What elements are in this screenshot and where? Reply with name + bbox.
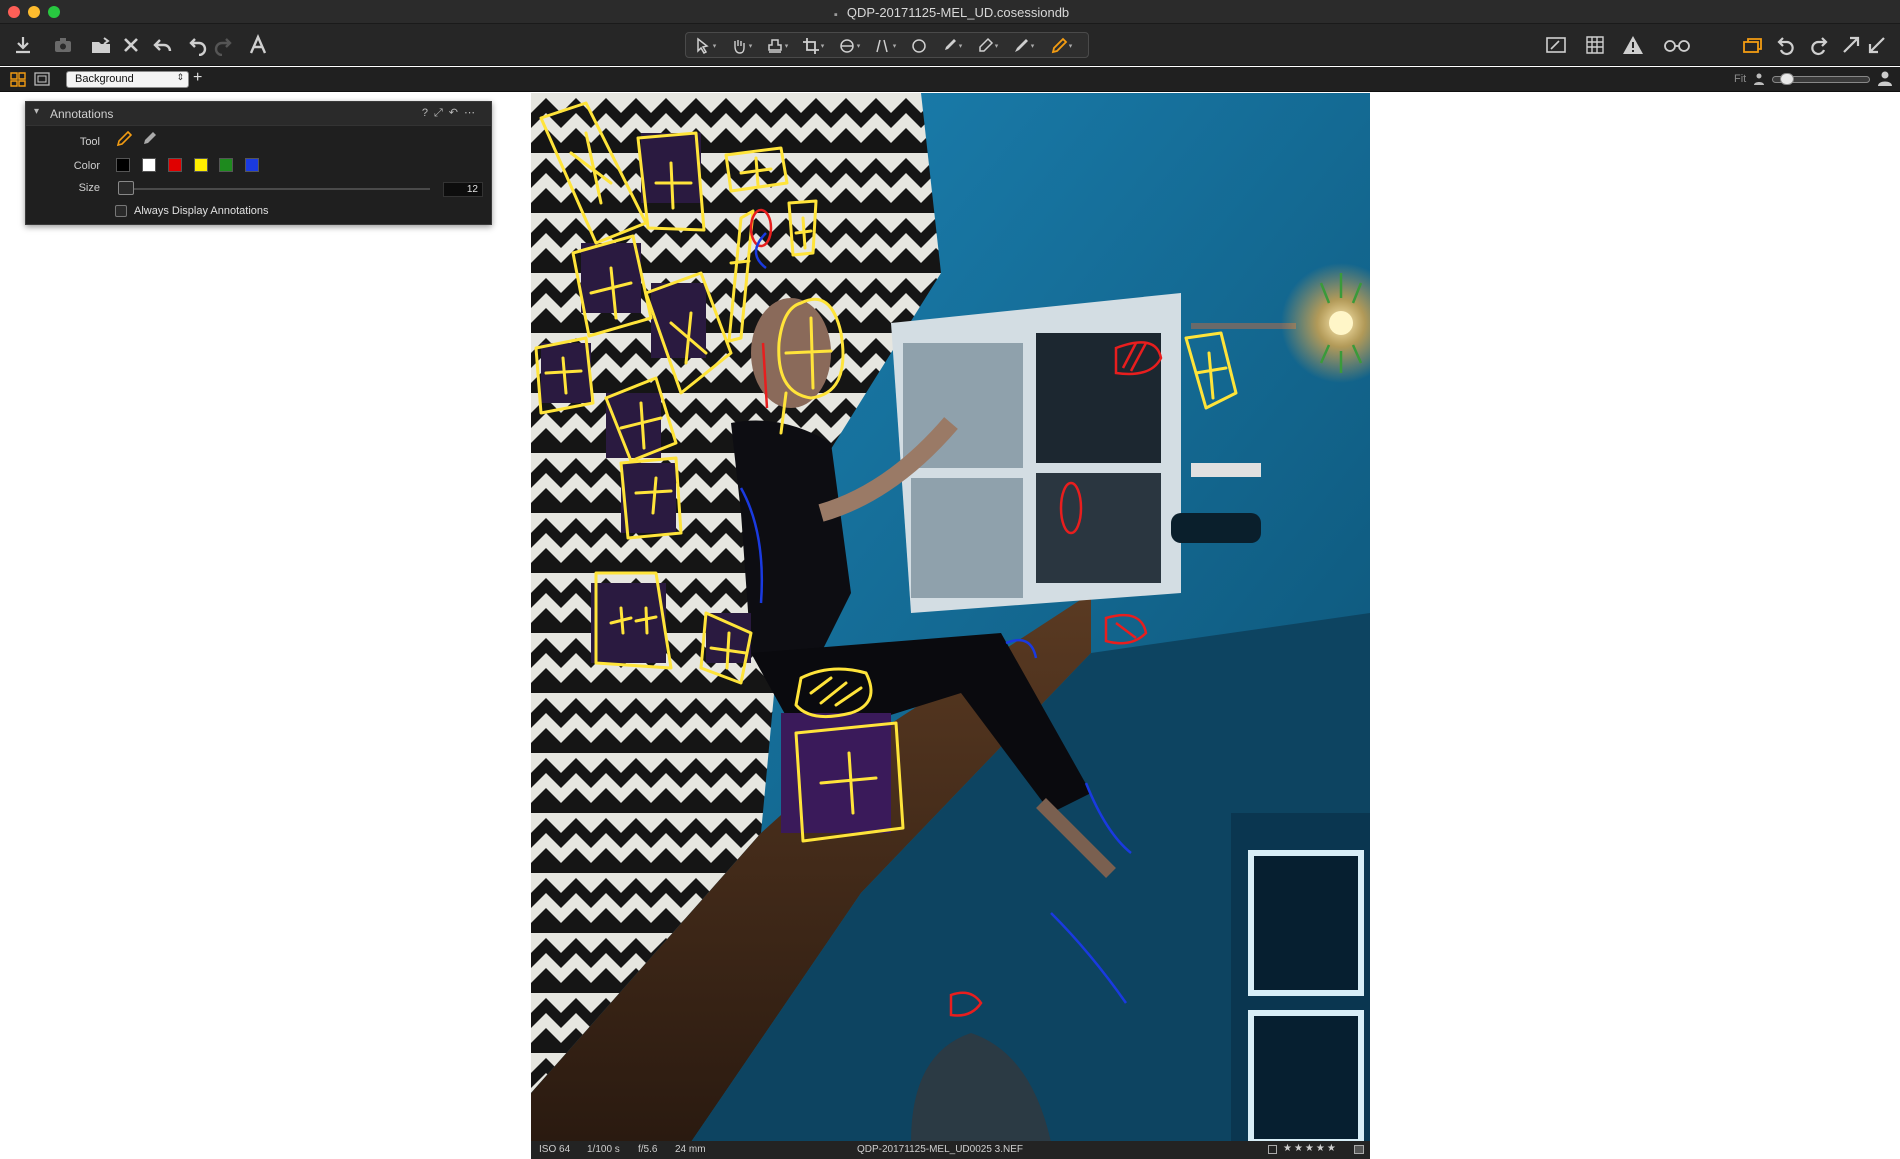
rotate-icon[interactable]: ▾	[832, 36, 866, 56]
select-icon[interactable]: ▾	[688, 36, 722, 56]
more-icon[interactable]: ⋯	[464, 107, 481, 119]
layer-select[interactable]: Background ⇕	[66, 71, 189, 88]
photo-viewer[interactable]	[531, 93, 1370, 1142]
document-icon: ▪	[833, 9, 838, 21]
text-icon[interactable]	[243, 30, 273, 60]
person-large-icon	[1878, 71, 1892, 91]
rotate-right-icon[interactable]	[1803, 30, 1833, 60]
window-title-text: QDP-20171125-MEL_UD.cosessiondb	[846, 5, 1070, 20]
color-swatch-yellow[interactable]	[194, 158, 208, 172]
annotated-photo[interactable]	[531, 93, 1370, 1142]
select-arrows-icon: ⇕	[176, 72, 184, 82]
redo-icon[interactable]	[208, 30, 238, 60]
grid-icon[interactable]	[1580, 30, 1610, 60]
viewer-subbar: Background ⇕ + Fit	[0, 67, 1900, 92]
pan-icon[interactable]: ▾	[724, 36, 758, 56]
undo-back-icon[interactable]	[148, 30, 178, 60]
delete-icon[interactable]	[116, 30, 146, 60]
color-swatch-black[interactable]	[116, 158, 130, 172]
focal-length-value: 24 mm	[675, 1144, 706, 1155]
folder-move-icon[interactable]	[86, 30, 116, 60]
import-icon[interactable]	[8, 30, 38, 60]
iso-value: ISO 64	[539, 1144, 571, 1155]
color-swatch-white[interactable]	[142, 158, 156, 172]
color-swatch-green[interactable]	[219, 158, 233, 172]
circle-icon[interactable]	[902, 36, 936, 56]
warning-icon[interactable]	[1618, 30, 1648, 60]
tool-label: Tool	[79, 136, 100, 148]
crop-icon[interactable]: ▾	[796, 36, 830, 56]
color-tag-box[interactable]	[1354, 1145, 1364, 1154]
add-layer-button[interactable]: +	[193, 69, 202, 87]
annotations-panel-header[interactable]: ▾ Annotations ?⤢↶⋯	[26, 102, 491, 126]
edit-image-icon[interactable]	[1541, 30, 1571, 60]
zoom-slider-handle[interactable]	[1780, 73, 1794, 85]
main-toolbar: ▾ ▾ ▾ ▾ ▾ ▾ ▾ ▾ ▾ ▾	[0, 24, 1900, 66]
chevron-down-icon[interactable]: ▾	[34, 106, 39, 117]
expand-panel-icon[interactable]: ⤢	[434, 107, 449, 119]
collapse-icon[interactable]	[1862, 30, 1892, 60]
color-label: Color	[73, 160, 100, 172]
picker-icon[interactable]: ▾	[1006, 36, 1040, 56]
brush-icon[interactable]: ▾	[934, 36, 968, 56]
size-value-field[interactable]: 12	[443, 182, 483, 197]
aperture-value: f/5.6	[638, 1144, 658, 1155]
rating-stars[interactable]: ★★★★★	[1283, 1143, 1338, 1154]
size-slider-handle[interactable]	[118, 181, 134, 195]
panel-title: Annotations	[50, 107, 114, 121]
keystone-icon[interactable]: ▾	[868, 36, 902, 56]
size-label: Size	[78, 182, 100, 194]
stamp-icon[interactable]: ▾	[760, 36, 794, 56]
panel-header-icons: ?⤢↶⋯	[422, 106, 481, 120]
always-display-checkbox[interactable]	[115, 205, 127, 217]
camera-icon[interactable]	[48, 30, 78, 60]
filename-value: QDP-20171125-MEL_UD0025 3.NEF	[857, 1144, 1024, 1155]
photo-status-bar: ISO 64 1/100 s f/5.6 24 mm QDP-20171125-…	[531, 1141, 1370, 1159]
person-small-icon	[1754, 72, 1764, 90]
window-titlebar: ▪ QDP-20171125-MEL_UD.cosessiondb	[0, 0, 1900, 24]
help-icon[interactable]: ?	[422, 107, 434, 119]
eraser-tool-icon[interactable]	[141, 131, 157, 152]
cursor-tool-group: ▾ ▾ ▾ ▾ ▾ ▾ ▾ ▾ ▾ ▾	[685, 32, 1089, 58]
single-view-icon[interactable]	[34, 72, 50, 92]
reset-icon[interactable]: ↶	[449, 107, 464, 119]
always-display-label: Always Display Annotations	[134, 205, 269, 217]
window-title: ▪ QDP-20171125-MEL_UD.cosessiondb	[0, 5, 1900, 21]
rotate-left-icon[interactable]	[1772, 30, 1802, 60]
eraser-icon[interactable]: ▾	[970, 36, 1004, 56]
shutter-value: 1/100 s	[587, 1144, 620, 1155]
annotate-pen-icon[interactable]: ▾	[1044, 36, 1078, 56]
glasses-icon[interactable]	[1657, 30, 1697, 60]
reject-box[interactable]	[1268, 1145, 1277, 1154]
size-slider-track[interactable]	[120, 188, 430, 190]
layer-select-value: Background	[75, 73, 134, 85]
fit-label[interactable]: Fit	[1734, 73, 1746, 85]
color-swatch-red[interactable]	[168, 158, 182, 172]
layers-icon[interactable]	[1738, 30, 1768, 60]
color-swatch-blue[interactable]	[245, 158, 259, 172]
grid-view-icon[interactable]	[10, 72, 26, 92]
pen-tool-icon[interactable]	[116, 130, 133, 152]
